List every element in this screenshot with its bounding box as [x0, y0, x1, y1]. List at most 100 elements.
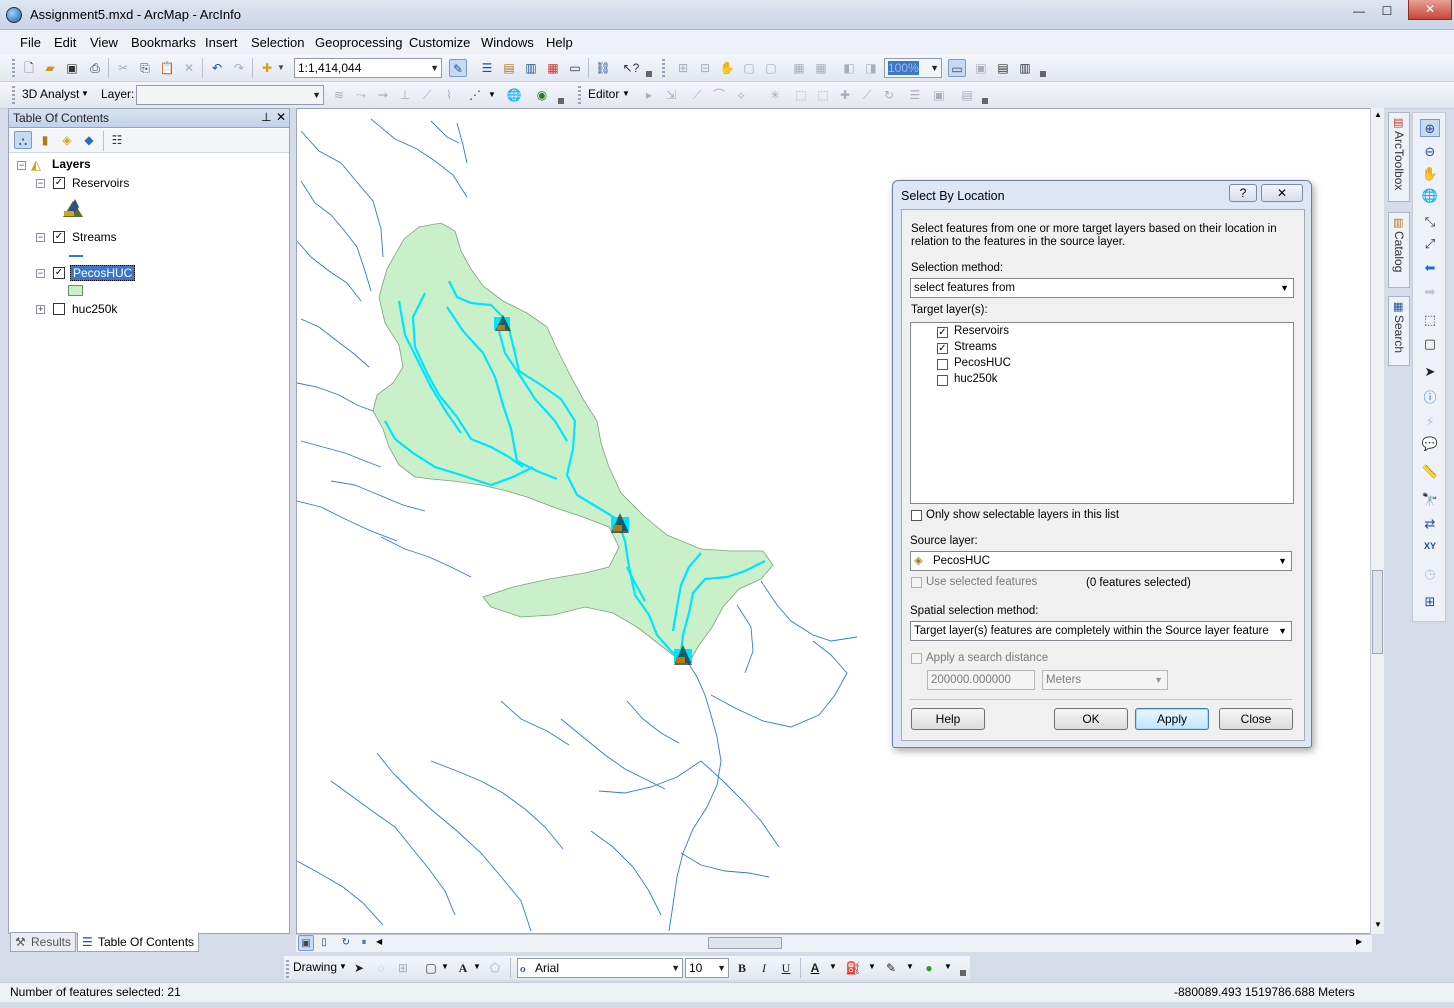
menu-edit[interactable]: Edit [54, 35, 76, 50]
time-slider-icon[interactable]: ◷ [1420, 565, 1440, 583]
interpolate-point-icon[interactable]: ⊥ [396, 86, 414, 104]
measure-icon[interactable]: 📏 [1420, 463, 1440, 481]
scroll-left-icon[interactable]: ◀ [376, 937, 382, 946]
only-selectable-checkbox[interactable] [911, 510, 922, 521]
toolbar-options-icon[interactable] [1040, 71, 1046, 77]
reservoir-marker[interactable] [494, 315, 511, 331]
create-viewer-window-icon[interactable]: ⊞ [1420, 593, 1440, 611]
collapse-icon[interactable]: − [36, 179, 45, 188]
split-tool-icon[interactable]: ⟋ [858, 86, 876, 104]
pin-icon[interactable]: ⊥ [261, 110, 271, 124]
reshape-feature-icon[interactable]: ⬚ [814, 86, 832, 104]
redo-icon[interactable]: ↷ [230, 59, 248, 77]
font-color-icon[interactable]: A [806, 959, 824, 977]
fixed-zoom-in-icon[interactable]: ⊞ [674, 59, 692, 77]
layer-huc250k-label[interactable]: huc250k [72, 302, 117, 316]
ok-button[interactable]: OK [1054, 708, 1128, 730]
save-icon[interactable]: ▣ [63, 59, 81, 77]
collapse-icon[interactable]: − [36, 269, 45, 278]
target-pecoshuc-label[interactable]: PecosHUC [954, 357, 1011, 369]
search-distance-input[interactable]: 200000.000000 [927, 670, 1035, 690]
toggle-draft-mode-icon[interactable]: ▭ [948, 59, 966, 77]
fixed-zoom-in-layout-icon[interactable]: ▦ [790, 59, 808, 77]
toolbar-grip[interactable] [12, 86, 15, 104]
back-extent-icon[interactable]: ⬅ [1420, 259, 1440, 277]
menu-bookmarks[interactable]: Bookmarks [131, 35, 196, 50]
layer-streams-checkbox[interactable]: ✓ [53, 231, 65, 243]
layer-reservoirs-checkbox[interactable]: ✓ [53, 177, 65, 189]
edit-annotation-icon[interactable]: ⇲ [662, 86, 680, 104]
data-view-icon[interactable]: ▣ [298, 935, 314, 951]
editor-menu[interactable]: Editor [588, 87, 619, 101]
find-icon[interactable]: 🔭 [1420, 491, 1440, 509]
pan-layout-icon[interactable]: ✋ [718, 59, 736, 77]
steepest-path-icon[interactable]: ⤳ [352, 86, 370, 104]
full-extent-icon[interactable]: 🌐 [1420, 187, 1440, 205]
fixed-zoom-out-icon[interactable]: ⤢ [1420, 235, 1440, 253]
arctoolbox-icon[interactable]: ▦ [544, 59, 562, 77]
python-window-icon[interactable]: ▭ [566, 59, 584, 77]
contours-icon[interactable]: ≋ [330, 86, 348, 104]
trace-icon[interactable]: ⟡ [732, 86, 750, 104]
end-point-arc-icon[interactable]: ⌒ [710, 86, 728, 104]
menu-geoprocessing[interactable]: Geoprocessing [315, 35, 402, 50]
menu-help[interactable]: Help [546, 35, 573, 50]
select-features-icon[interactable]: ⬚ [1420, 311, 1440, 329]
add-data-icon[interactable]: ✚ [258, 59, 276, 77]
find-route-icon[interactable]: ⇄ [1420, 515, 1440, 533]
zoom-100-icon[interactable]: ▢ [762, 59, 780, 77]
whats-this-icon[interactable]: ↖? [622, 59, 640, 77]
toolbar-options-icon[interactable] [960, 970, 966, 976]
html-popup-icon[interactable]: 💬 [1420, 435, 1440, 453]
edit-tool-icon[interactable]: ▸ [640, 86, 658, 104]
layout-view-icon[interactable]: ▯ [316, 935, 332, 951]
horizontal-scroll-thumb[interactable] [708, 937, 782, 949]
expand-icon[interactable]: + [36, 305, 45, 314]
paste-icon[interactable]: 📋 [158, 59, 176, 77]
target-layers-list[interactable]: ✓ Reservoirs ✓ Streams PecosHUC huc250k [910, 322, 1294, 504]
source-layer-select[interactable]: ◈ PecosHUC ▼ [910, 551, 1292, 571]
target-streams-checkbox[interactable]: ✓ [937, 343, 948, 354]
forward-extent-icon[interactable]: ➡ [1420, 283, 1440, 301]
zoom-out-icon[interactable]: ⊖ [1420, 143, 1440, 161]
create-features-icon[interactable]: ▤ [958, 86, 976, 104]
open-folder-icon[interactable]: ▰ [41, 59, 59, 77]
font-size-select[interactable]: 10 ▼ [685, 958, 729, 978]
toolbar-grip[interactable] [578, 86, 581, 104]
tab-arctoolbox[interactable]: ▤ ArcToolbox [1388, 112, 1410, 202]
go-to-xy-icon[interactable]: XY [1420, 537, 1440, 555]
toolbar-options-icon[interactable] [646, 71, 652, 77]
maximize-button[interactable]: ☐ [1374, 2, 1400, 20]
sketch-properties-icon[interactable]: ▣ [930, 86, 948, 104]
layer-reservoirs-label[interactable]: Reservoirs [72, 176, 129, 190]
edit-vertices-icon[interactable]: ⬚ [792, 86, 810, 104]
use-selected-checkbox[interactable] [911, 577, 922, 588]
drawing-menu[interactable]: Drawing [293, 960, 337, 974]
fixed-zoom-out-layout-icon[interactable]: ▦ [812, 59, 830, 77]
collapse-icon[interactable]: − [17, 161, 26, 170]
focus-data-frame-icon[interactable]: ▣ [972, 59, 990, 77]
modelbuilder-icon[interactable]: ⛓ [594, 59, 612, 77]
table-of-contents-icon[interactable]: ☰ [478, 59, 496, 77]
scroll-up-icon[interactable]: ▲ [1374, 110, 1382, 119]
fill-color-icon[interactable]: ⛽ [844, 959, 862, 977]
spatial-method-select[interactable]: Target layer(s) features are completely … [910, 621, 1292, 641]
pause-drawing-icon[interactable]: ⏸ [356, 935, 372, 951]
menu-view[interactable]: View [90, 35, 118, 50]
layer-pecoshuc-checkbox[interactable]: ✓ [53, 267, 65, 279]
interpolate-line-icon[interactable]: ⟋ [418, 86, 436, 104]
font-select[interactable]: ℴ Arial ▼ [517, 958, 683, 978]
close-window-button[interactable]: ✕ [1408, 0, 1452, 20]
text-icon[interactable]: A [454, 959, 472, 977]
collapse-icon[interactable]: − [36, 233, 45, 242]
pan-icon[interactable]: ✋ [1420, 165, 1440, 183]
toolbar-options-icon[interactable] [558, 98, 564, 104]
search-window-icon[interactable]: ▥ [522, 59, 540, 77]
line-of-sight-icon[interactable]: ⇝ [374, 86, 392, 104]
new-document-icon[interactable]: 🗋 [20, 59, 38, 77]
rotate-icon[interactable]: ◌ [372, 959, 390, 977]
undo-icon[interactable]: ↶ [208, 59, 226, 77]
zoom-whole-page-icon[interactable]: ▢ [740, 59, 758, 77]
arcmap-app-icon[interactable] [6, 7, 22, 23]
cut-icon[interactable]: ✂ [114, 59, 132, 77]
